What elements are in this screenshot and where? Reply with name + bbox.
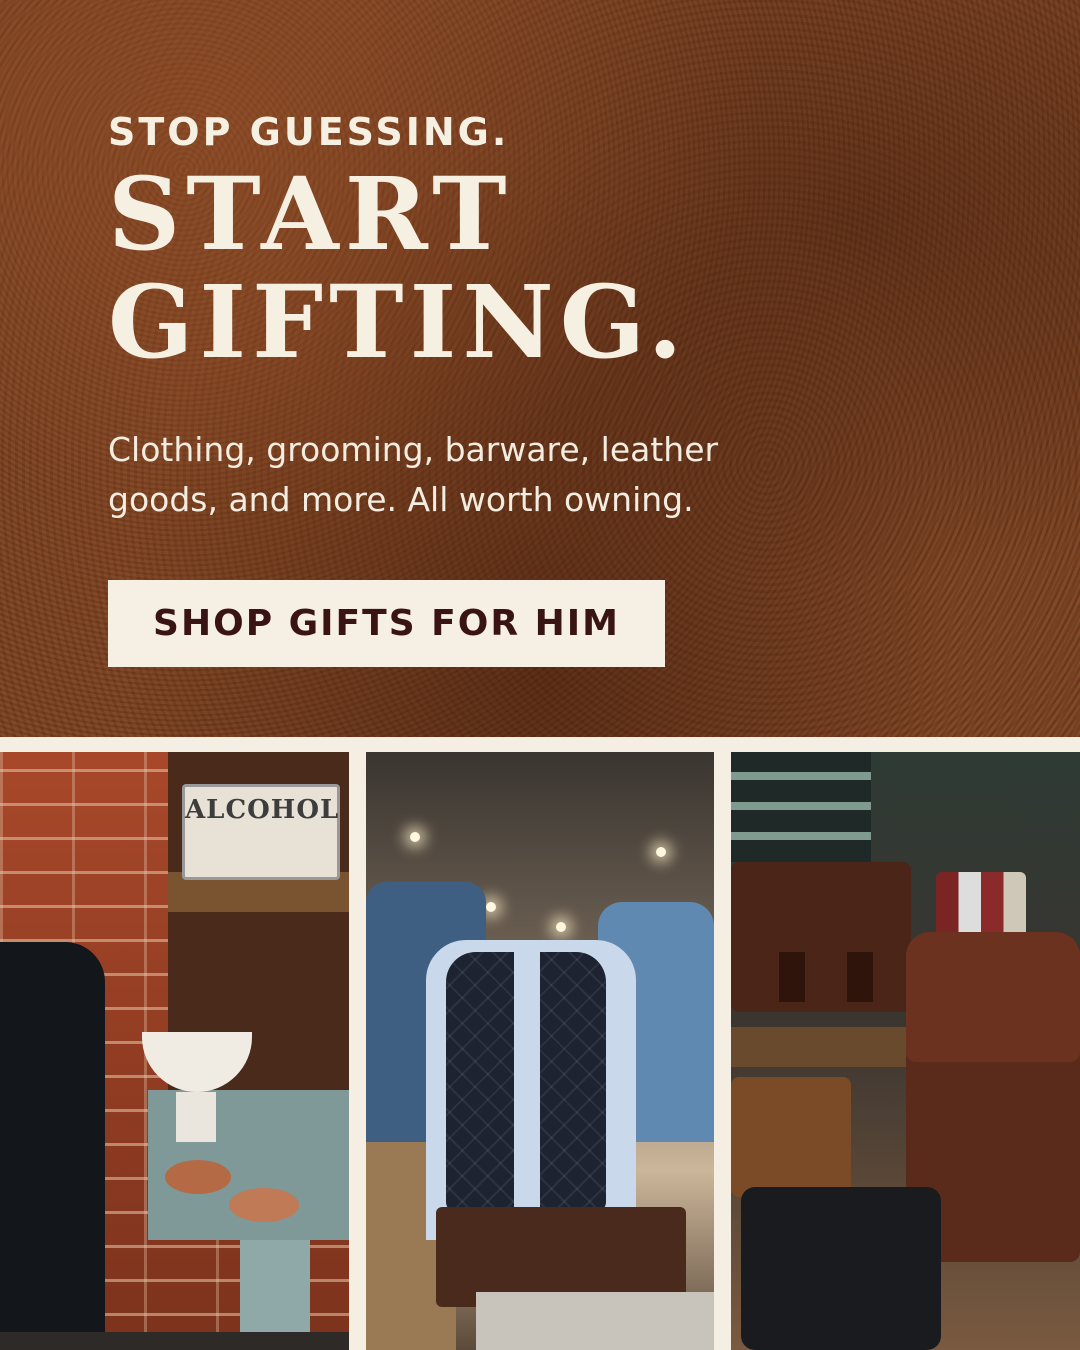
kicker-text: STOP GUESSING. — [108, 110, 510, 154]
promo-page: STOP GUESSING. START GIFTING. Clothing, … — [0, 0, 1080, 1350]
photo-store-table: ALCOHOL — [0, 752, 349, 1350]
black-leather-bag — [741, 1187, 941, 1350]
alcohol-sign: ALCOHOL — [182, 784, 340, 880]
ceiling-light — [656, 847, 666, 857]
bottles — [936, 872, 1026, 932]
photo-mannequins — [366, 752, 714, 1350]
subtext: Clothing, grooming, barware, leather goo… — [108, 430, 719, 519]
headline-line-1: START — [108, 155, 513, 273]
backpack-flap — [906, 932, 1080, 1062]
leather-hero: STOP GUESSING. START GIFTING. Clothing, … — [0, 0, 1080, 737]
bag-strap — [779, 952, 805, 1002]
bowl-stem — [176, 1092, 216, 1142]
ceiling-light — [556, 922, 566, 932]
hanging-shirt — [0, 942, 105, 1332]
leather-coaster — [229, 1188, 299, 1222]
shirt-placket — [514, 952, 540, 1222]
headline: START GIFTING. — [108, 160, 808, 376]
ceiling-light — [486, 902, 496, 912]
floor — [0, 1332, 349, 1350]
headline-line-2: GIFTING. — [108, 263, 689, 381]
flannel-shirt — [731, 752, 871, 862]
bag-strap — [847, 952, 873, 1002]
leather-messenger-bag — [731, 862, 911, 1012]
display-tray — [476, 1292, 714, 1350]
shop-gifts-button[interactable]: SHOP GIFTS FOR HIM — [108, 580, 665, 667]
wood-shelf — [731, 1027, 906, 1067]
ceiling-light — [410, 832, 420, 842]
leather-coaster — [165, 1160, 231, 1194]
photo-leather-bags — [731, 752, 1080, 1350]
tan-leather-bag — [731, 1077, 851, 1197]
